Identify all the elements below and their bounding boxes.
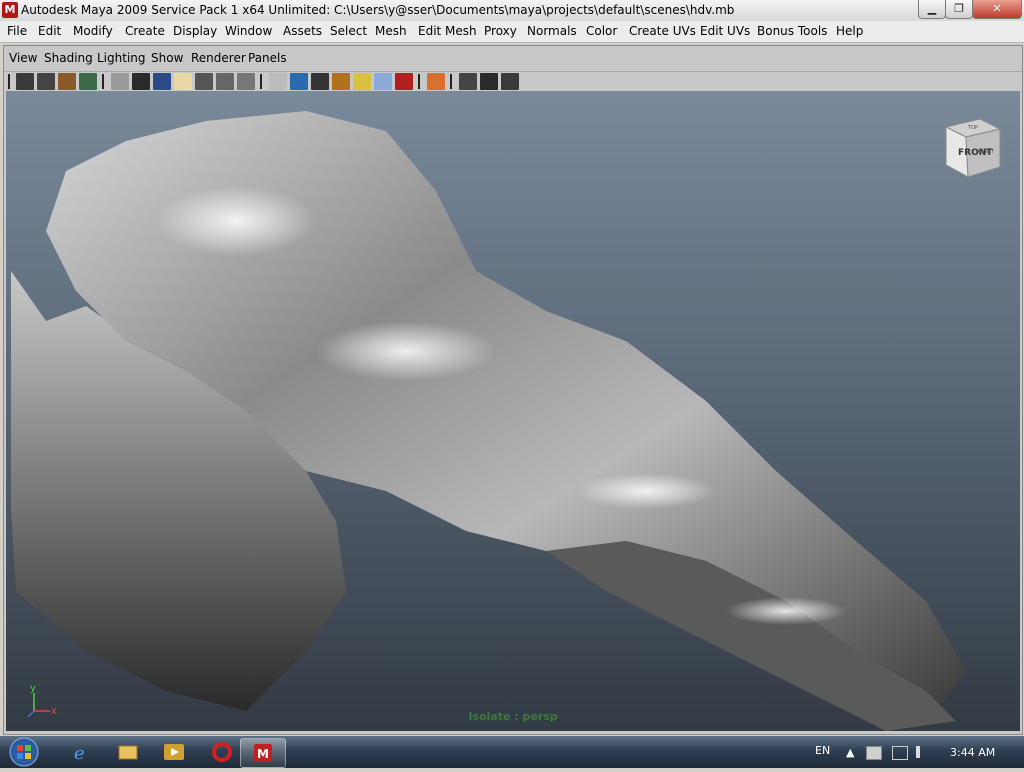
menu-color[interactable]: Color bbox=[586, 24, 617, 38]
taskbar: e M EN ▲ 3:44 AM bbox=[0, 736, 1024, 768]
film-gate-icon[interactable] bbox=[132, 73, 150, 90]
close-button[interactable]: ✕ bbox=[972, 0, 1022, 19]
menu-bonus-tools[interactable]: Bonus Tools bbox=[757, 24, 827, 38]
grid-icon[interactable] bbox=[111, 73, 129, 90]
axis-y-label: y bbox=[30, 683, 36, 694]
viewport-panel: View Shading Lighting Show Renderer Pane… bbox=[3, 45, 1023, 735]
svg-text:M: M bbox=[257, 747, 269, 761]
safe-action-icon[interactable] bbox=[216, 73, 234, 90]
toolbar-separator bbox=[450, 74, 452, 89]
frame-all-icon[interactable] bbox=[480, 73, 498, 90]
wireframe-icon[interactable] bbox=[269, 73, 287, 90]
panel-menu-lighting[interactable]: Lighting bbox=[97, 51, 146, 65]
menu-display[interactable]: Display bbox=[173, 24, 217, 38]
viewcube[interactable]: TOP FRONT RIGHT bbox=[938, 111, 1008, 187]
lock-camera-icon[interactable] bbox=[37, 73, 55, 90]
isolate-select-icon[interactable] bbox=[395, 73, 413, 90]
isolate-label: Isolate : persp bbox=[468, 710, 558, 723]
resolution-gate-icon[interactable] bbox=[153, 73, 171, 90]
menu-window[interactable]: Window bbox=[225, 24, 272, 38]
toolbar-separator bbox=[8, 74, 10, 89]
svg-text:e: e bbox=[74, 743, 85, 764]
menu-normals[interactable]: Normals bbox=[527, 24, 577, 38]
image-plane-icon[interactable] bbox=[79, 73, 97, 90]
menu-proxy[interactable]: Proxy bbox=[484, 24, 517, 38]
menu-modify[interactable]: Modify bbox=[73, 24, 113, 38]
sculpted-mesh[interactable] bbox=[6, 91, 1020, 731]
use-lights-icon[interactable] bbox=[353, 73, 371, 90]
bookmarks-icon[interactable] bbox=[58, 73, 76, 90]
viewcube-right-label: RIGHT bbox=[978, 149, 995, 155]
xray-icon[interactable] bbox=[374, 73, 392, 90]
viewcube-top-label: TOP bbox=[967, 125, 978, 131]
main-menu-bar: File Edit Modify Create Display Window A… bbox=[0, 21, 1024, 43]
menu-edit-mesh[interactable]: Edit Mesh bbox=[418, 24, 477, 38]
menu-help[interactable]: Help bbox=[836, 24, 863, 38]
maya-logo-icon[interactable]: M bbox=[2, 2, 18, 18]
media-player-icon[interactable] bbox=[152, 738, 196, 766]
panel-menu-renderer[interactable]: Renderer bbox=[191, 51, 246, 65]
panel-menu-panels[interactable]: Panels bbox=[248, 51, 287, 65]
menu-edit[interactable]: Edit bbox=[38, 24, 61, 38]
panel-toolbar bbox=[4, 71, 1022, 92]
windows-orb-icon[interactable] bbox=[4, 736, 44, 768]
panel-menu-shading[interactable]: Shading bbox=[44, 51, 93, 65]
network-icon[interactable] bbox=[892, 746, 908, 760]
language-indicator[interactable]: EN bbox=[815, 744, 830, 757]
frame-selected-icon[interactable] bbox=[501, 73, 519, 90]
maximize-button[interactable]: ❐ bbox=[945, 0, 973, 19]
toolbar-separator bbox=[102, 74, 104, 89]
show-hidden-icons-button[interactable]: ▲ bbox=[846, 746, 854, 759]
hud-icon[interactable] bbox=[427, 73, 445, 90]
smooth-shade-icon[interactable] bbox=[290, 73, 308, 90]
maya-icon[interactable]: M bbox=[240, 738, 286, 768]
menu-select[interactable]: Select bbox=[330, 24, 367, 38]
menu-mesh[interactable]: Mesh bbox=[375, 24, 407, 38]
menu-create-uvs[interactable]: Create UVs bbox=[629, 24, 696, 38]
menu-assets[interactable]: Assets bbox=[283, 24, 322, 38]
window-title: Autodesk Maya 2009 Service Pack 1 x64 Un… bbox=[21, 3, 735, 17]
panel-menu-bar: View Shading Lighting Show Renderer Pane… bbox=[4, 49, 1022, 69]
clock[interactable]: 3:44 AM bbox=[950, 746, 995, 759]
textured-icon[interactable] bbox=[332, 73, 350, 90]
field-chart-icon[interactable] bbox=[195, 73, 213, 90]
wireframe-on-shaded-icon[interactable] bbox=[311, 73, 329, 90]
gate-mask-icon[interactable] bbox=[174, 73, 192, 90]
menu-edit-uvs[interactable]: Edit UVs bbox=[700, 24, 750, 38]
panel-menu-view[interactable]: View bbox=[9, 51, 37, 65]
menu-create[interactable]: Create bbox=[125, 24, 165, 38]
safe-title-icon[interactable] bbox=[237, 73, 255, 90]
menu-file[interactable]: File bbox=[7, 24, 27, 38]
volume-icon[interactable] bbox=[916, 746, 932, 758]
shadows-icon[interactable] bbox=[459, 73, 477, 90]
internet-explorer-icon[interactable]: e bbox=[58, 738, 102, 766]
toolbar-separator bbox=[260, 74, 262, 89]
opera-icon[interactable] bbox=[200, 738, 244, 766]
3d-viewport[interactable]: TOP FRONT RIGHT y x Isolate : persp bbox=[6, 91, 1020, 731]
file-explorer-icon[interactable] bbox=[106, 738, 150, 766]
action-center-icon[interactable] bbox=[866, 746, 882, 760]
minimize-button[interactable]: ▁ bbox=[918, 0, 946, 19]
panel-menu-show[interactable]: Show bbox=[151, 51, 183, 65]
select-camera-icon[interactable] bbox=[16, 73, 34, 90]
toolbar-separator bbox=[418, 74, 420, 89]
title-bar: M Autodesk Maya 2009 Service Pack 1 x64 … bbox=[0, 0, 1024, 22]
